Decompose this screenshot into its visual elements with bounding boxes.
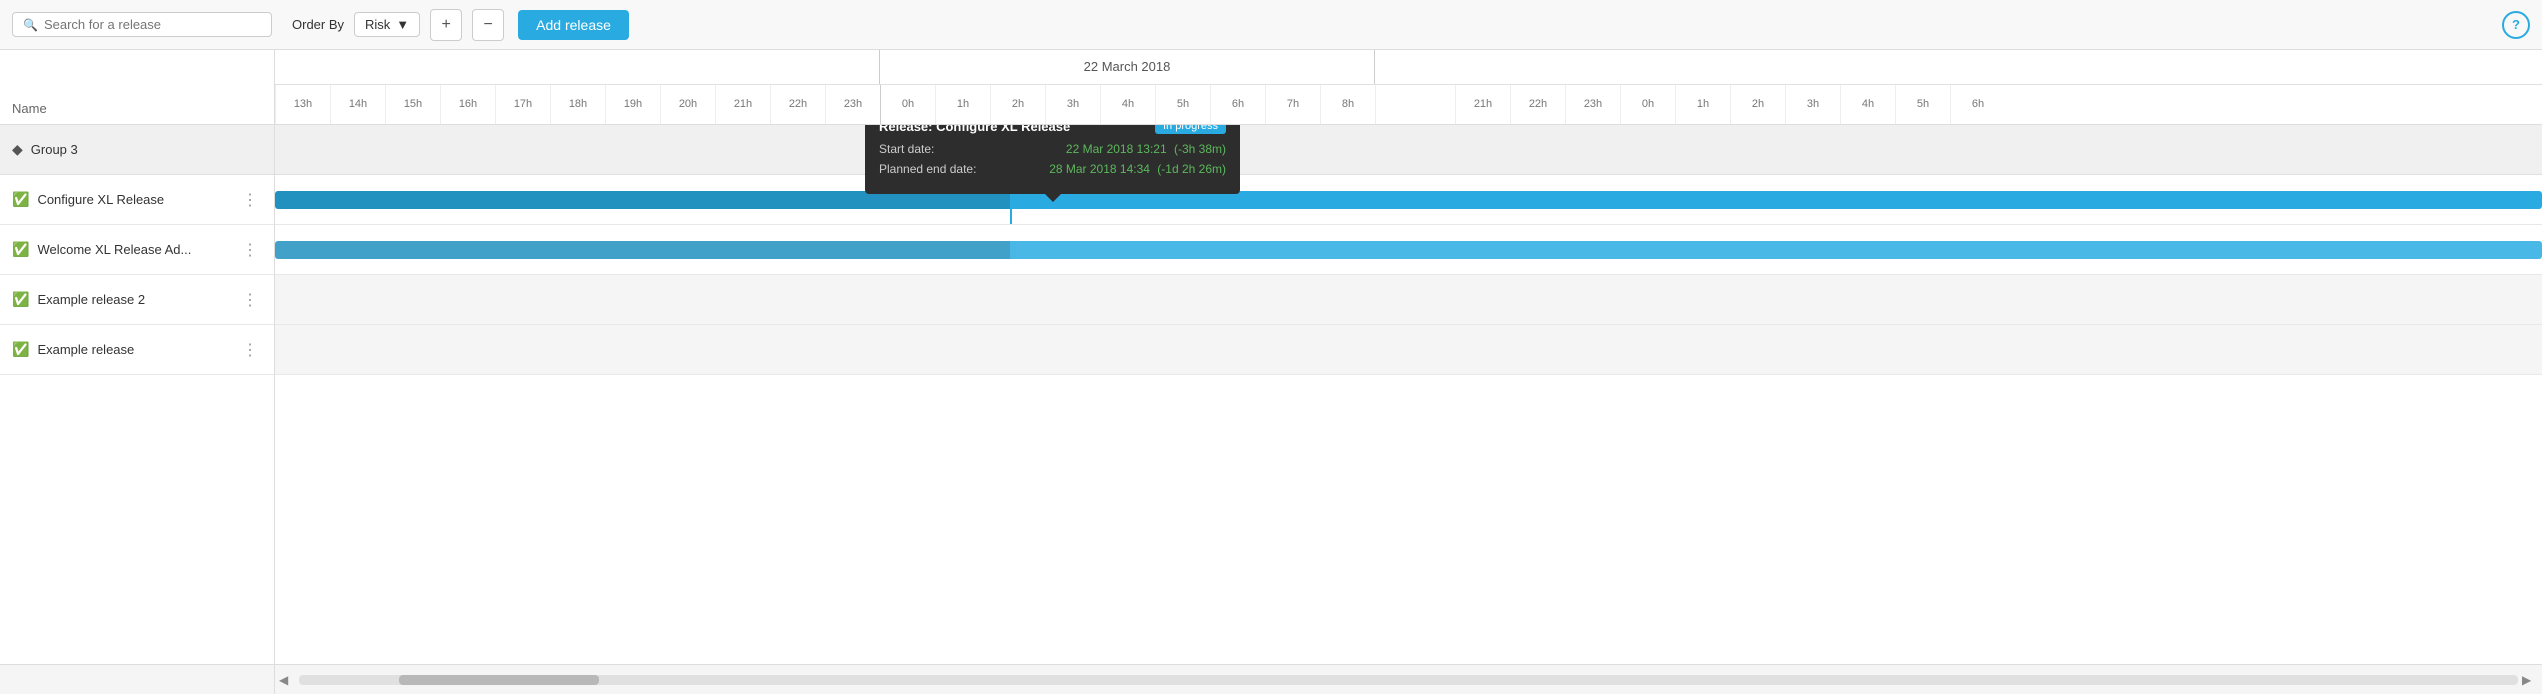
tooltip-start-row: Start date: 22 Mar 2018 13:21 (-3h 38m) <box>879 142 1226 156</box>
more-options-button[interactable]: ⋮ <box>238 190 262 210</box>
name-rows: ◆ Group 3 ✅ Configure XL Release ⋮ ✅ Wel… <box>0 125 274 664</box>
hour-cell: 6h <box>1950 85 2005 124</box>
timeline-group-row <box>275 125 2542 175</box>
hour-cell: 15h <box>385 85 440 124</box>
hour-cell: 8h <box>1320 85 1375 124</box>
hour-cell: 5h <box>1895 85 1950 124</box>
chevron-down-icon: ▼ <box>396 17 409 32</box>
hour-cell: 0h <box>880 85 935 124</box>
timeline-release-row-3[interactable] <box>275 275 2542 325</box>
release-name: Configure XL Release <box>37 192 238 207</box>
more-options-button[interactable]: ⋮ <box>238 240 262 260</box>
search-icon: 🔍 <box>23 18 38 32</box>
risk-value: Risk <box>365 17 390 32</box>
release-row[interactable]: ✅ Welcome XL Release Ad... ⋮ <box>0 225 274 275</box>
timeline-panel: 22 March 2018 13h 14h 15h 16h 17h 18h <box>275 50 2542 694</box>
hours-before: 13h 14h 15h 16h 17h 18h 19h 20h 21h 22h … <box>275 85 880 124</box>
timeline-release-row-4[interactable] <box>275 325 2542 375</box>
scrollbar-area <box>0 664 274 694</box>
horizontal-scrollbar[interactable]: ◀ ▶ <box>275 664 2542 694</box>
zoom-in-button[interactable]: + <box>430 9 462 41</box>
timeline-header: 22 March 2018 13h 14h 15h 16h 17h 18h <box>275 50 2542 125</box>
scroll-track <box>299 675 2518 685</box>
release-name: Example release <box>37 342 238 357</box>
hour-cell <box>1375 85 1455 124</box>
hour-cell: 4h <box>1840 85 1895 124</box>
tooltip-arrow <box>1045 194 1061 202</box>
more-options-button[interactable]: ⋮ <box>238 290 262 310</box>
check-icon: ✅ <box>12 291 29 308</box>
name-column-header: Name <box>0 50 274 125</box>
scroll-right-arrow[interactable]: ▶ <box>2522 673 2538 687</box>
tooltip-planned-end2-value: 28 Mar 2018 14:34 (-1d 2h 26m) <box>1049 162 1226 176</box>
hour-cell: 0h <box>1620 85 1675 124</box>
hour-cell: 6h <box>1210 85 1265 124</box>
order-by-label: Order By <box>292 17 344 32</box>
check-icon: ✅ <box>12 241 29 258</box>
timeline-body: Planned end date: 28 Mar 2018 11:34 Runn… <box>275 125 2542 664</box>
left-panel: Name ◆ Group 3 ✅ Configure XL Release ⋮ … <box>0 50 275 694</box>
release-bar <box>275 241 2542 259</box>
check-icon: ✅ <box>12 341 29 358</box>
hour-cell: 19h <box>605 85 660 124</box>
risk-select[interactable]: Risk ▼ <box>354 12 420 37</box>
hour-cell: 21h <box>715 85 770 124</box>
scroll-left-arrow[interactable]: ◀ <box>279 673 295 687</box>
hour-cell: 13h <box>275 85 330 124</box>
help-button[interactable]: ? <box>2502 11 2530 39</box>
toolbar: 🔍 Order By Risk ▼ + − Add release ? <box>0 0 2542 50</box>
hour-cell: 14h <box>330 85 385 124</box>
more-options-button[interactable]: ⋮ <box>238 340 262 360</box>
hour-cell: 20h <box>660 85 715 124</box>
app-container: 🔍 Order By Risk ▼ + − Add release ? Name… <box>0 0 2542 694</box>
hour-cell: 3h <box>1785 85 1840 124</box>
search-input[interactable] <box>44 17 261 32</box>
release-name: Welcome XL Release Ad... <box>37 242 238 257</box>
group-name: Group 3 <box>31 142 78 157</box>
hour-cell: 23h <box>1565 85 1620 124</box>
check-icon: ✅ <box>12 191 29 208</box>
timeline-release-row-1[interactable] <box>275 175 2542 225</box>
hours-main: 0h 1h 2h 3h 4h 5h 6h 7h 8h <box>880 85 1375 124</box>
timeline-release-row-2[interactable] <box>275 225 2542 275</box>
release-row[interactable]: ✅ Example release 2 ⋮ <box>0 275 274 325</box>
hour-cell: 2h <box>990 85 1045 124</box>
hour-cell: 23h <box>825 85 880 124</box>
in-progress-badge: In progress <box>1155 125 1226 134</box>
tooltip-start-label: Start date: <box>879 142 934 156</box>
release-row[interactable]: ✅ Example release ⋮ <box>0 325 274 375</box>
hour-cell: 1h <box>935 85 990 124</box>
date-header: 22 March 2018 <box>1084 59 1171 74</box>
hour-cell: 16h <box>440 85 495 124</box>
group-row: ◆ Group 3 <box>0 125 274 175</box>
add-release-button[interactable]: Add release <box>518 10 629 40</box>
hour-cell: 22h <box>1510 85 1565 124</box>
hour-cell: 2h <box>1730 85 1785 124</box>
main-content: Name ◆ Group 3 ✅ Configure XL Release ⋮ … <box>0 50 2542 694</box>
scroll-thumb[interactable] <box>399 675 599 685</box>
release-name: Example release 2 <box>37 292 238 307</box>
hour-cell: 22h <box>770 85 825 124</box>
tooltip-planned-end2-label: Planned end date: <box>879 162 976 176</box>
tooltip-start-value: 22 Mar 2018 13:21 (-3h 38m) <box>1066 142 1226 156</box>
hour-cell: 7h <box>1265 85 1320 124</box>
release-bar <box>275 191 2542 209</box>
hour-cell: 21h <box>1455 85 1510 124</box>
group-icon: ◆ <box>12 141 23 158</box>
tooltip-planned-end2-row: Planned end date: 28 Mar 2018 14:34 (-1d… <box>879 162 1226 176</box>
hours-after: 21h 22h 23h 0h 1h 2h 3h 4h 5h 6h <box>1375 85 2005 124</box>
search-box[interactable]: 🔍 <box>12 12 272 37</box>
tooltip-release-label: Release: Configure XL Release <box>879 125 1070 134</box>
zoom-out-button[interactable]: − <box>472 9 504 41</box>
hour-cell: 5h <box>1155 85 1210 124</box>
hour-cell: 3h <box>1045 85 1100 124</box>
hour-cell: 18h <box>550 85 605 124</box>
tooltip: Planned end date: 28 Mar 2018 11:34 Runn… <box>865 125 1240 194</box>
hour-cell: 17h <box>495 85 550 124</box>
hour-cell: 1h <box>1675 85 1730 124</box>
release-row[interactable]: ✅ Configure XL Release ⋮ <box>0 175 274 225</box>
hour-cell: 4h <box>1100 85 1155 124</box>
